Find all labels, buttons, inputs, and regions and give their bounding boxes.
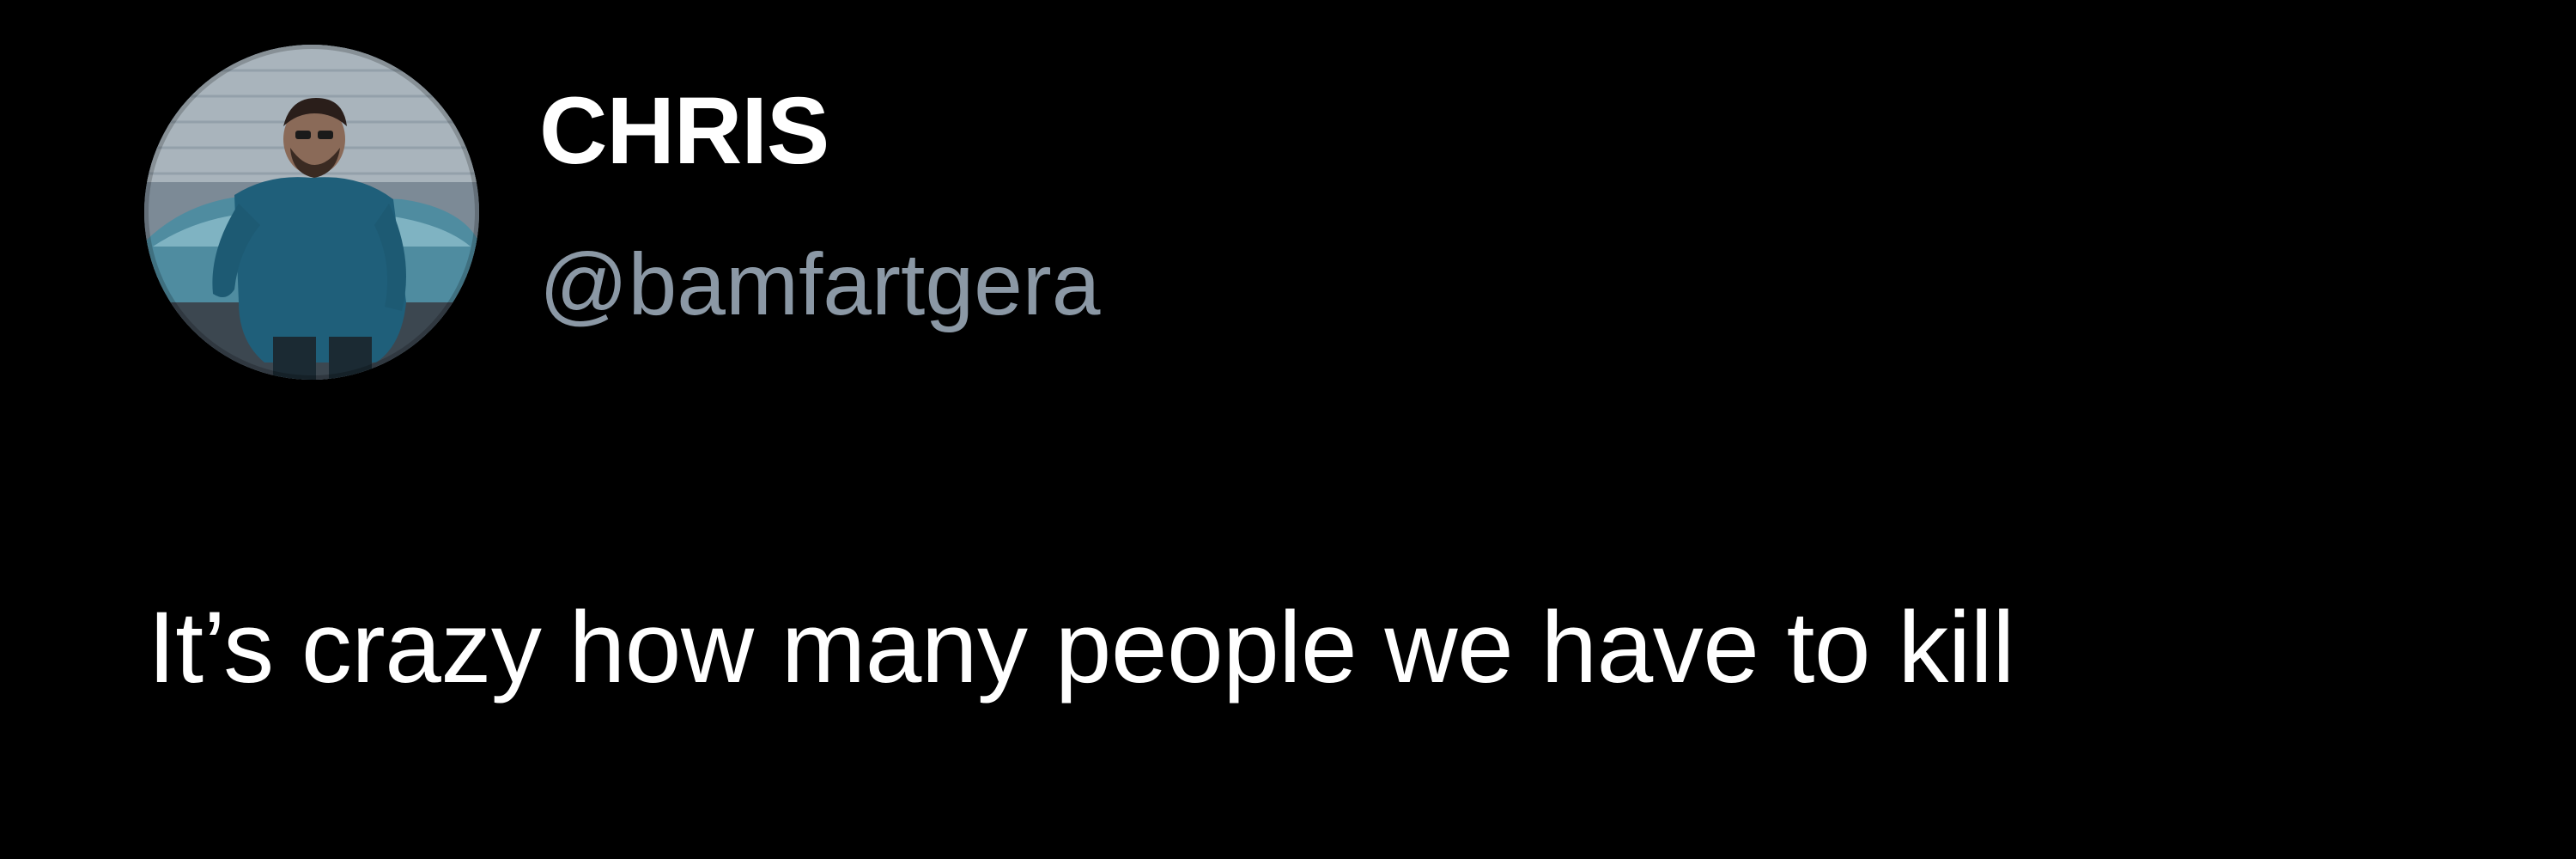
display-name[interactable]: CHRIS — [539, 84, 829, 179]
tweet-card: CHRIS @bamfartgera It’s crazy how many p… — [0, 0, 2576, 859]
user-photo-icon — [144, 45, 479, 380]
avatar[interactable] — [144, 45, 479, 380]
tweet-text: It’s crazy how many people we have to ki… — [148, 591, 2014, 704]
user-handle[interactable]: @bamfartgera — [539, 241, 1101, 328]
